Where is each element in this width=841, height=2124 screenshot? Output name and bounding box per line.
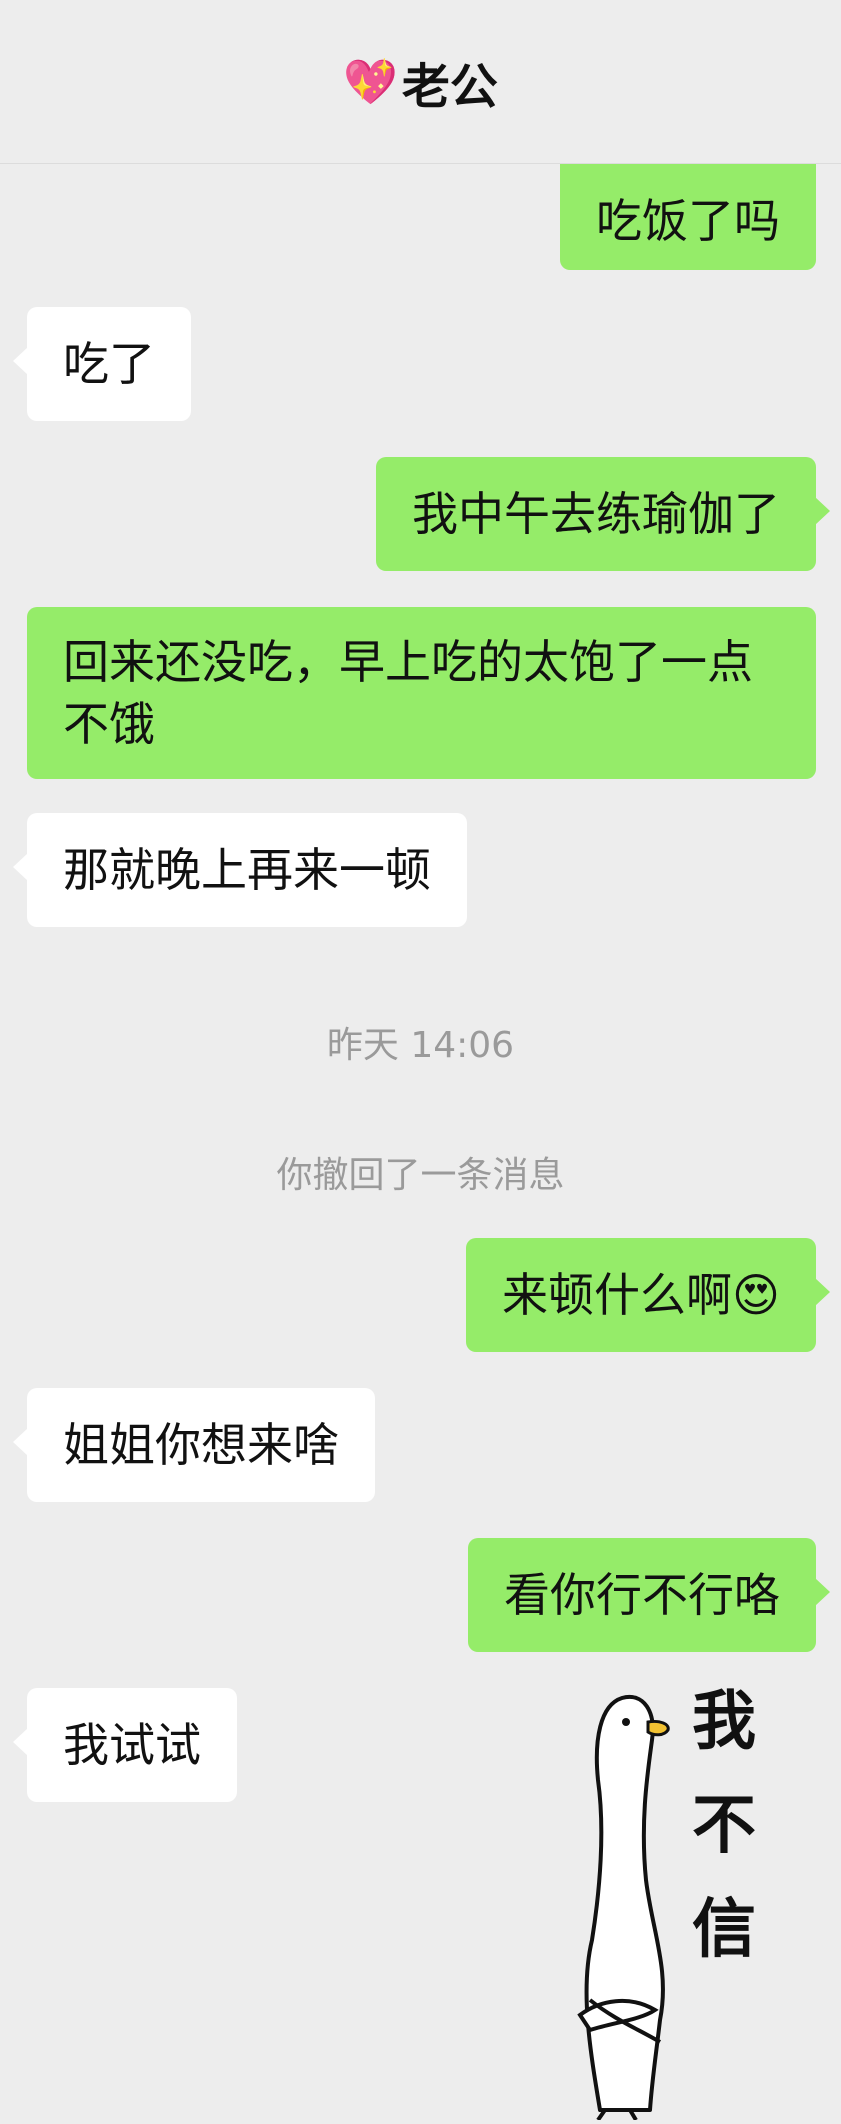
contact-name: 老公 — [401, 58, 498, 115]
message-bubble-sent[interactable]: 看你行不行咯 — [468, 1538, 830, 1652]
message-text: 吃了 — [63, 337, 155, 391]
message-text: 来顿什么啊 — [502, 1268, 733, 1322]
timestamp: 昨天 14:06 — [326, 1025, 515, 1066]
heart-eyes-emoji-icon: 😍 — [732, 1268, 780, 1322]
recall-notice: 你撤回了一条消息 — [276, 1155, 565, 1196]
message-bubble-sent[interactable]: 来顿什么啊😍 — [466, 1238, 830, 1352]
message-bubble-received[interactable]: 那就晚上再来一顿 — [13, 813, 467, 927]
message-bubble-sent[interactable]: 回来还没吃，早上吃的太饱了一点不饿 — [27, 607, 816, 779]
chat-header: 💖 老公 — [0, 0, 841, 164]
message-text: 我中午去练瑜伽了 — [412, 487, 780, 541]
message-text: 看你行不行咯 — [504, 1568, 780, 1622]
chat-title[interactable]: 💖 老公 — [343, 47, 498, 117]
message-text: 那就晚上再来一顿 — [63, 843, 431, 897]
sticker-caption: 我不信 — [692, 1684, 756, 1967]
message-bubble-sent[interactable]: 吃饭了吗 — [560, 164, 816, 270]
message-text: 回来还没吃，早上吃的太饱了一点不饿 — [63, 635, 753, 751]
sparkling-heart-icon: 💖 — [343, 56, 398, 108]
message-bubble-received[interactable]: 吃了 — [13, 307, 191, 421]
message-bubble-received[interactable]: 姐姐你想来啥 — [13, 1388, 375, 1502]
message-bubble-sent[interactable]: 我中午去练瑜伽了 — [376, 457, 830, 571]
goose-sticker-icon[interactable]: 我不信 — [560, 1670, 800, 2122]
message-text: 姐姐你想来啥 — [63, 1418, 339, 1472]
message-bubble-received[interactable]: 我试试 — [13, 1688, 237, 1802]
message-text: 吃饭了吗 — [596, 194, 780, 248]
message-text: 我试试 — [63, 1718, 201, 1772]
